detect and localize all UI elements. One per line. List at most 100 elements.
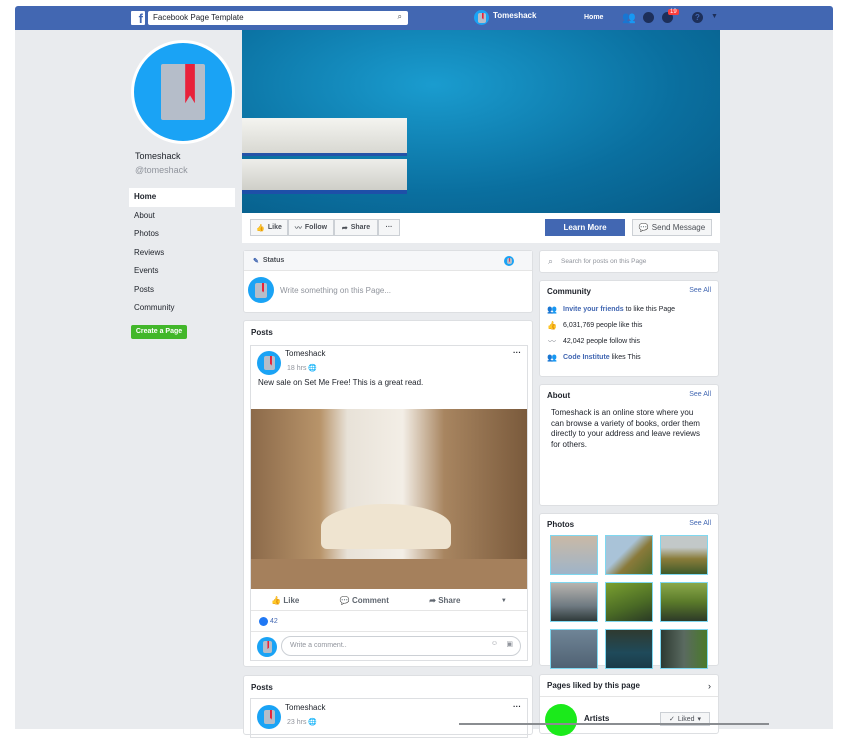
status-composer: ✎ Status Write something on this Page... (243, 250, 533, 313)
rss-icon: 〰 (548, 336, 556, 346)
photo-thumbnail[interactable] (660, 535, 708, 575)
more-options-button[interactable]: ··· (378, 219, 400, 236)
nav-community[interactable]: Community (129, 299, 235, 318)
about-title: About (547, 391, 571, 400)
post-like-button[interactable]: 👍 Like (271, 596, 299, 605)
reaction-count[interactable]: 42 (259, 617, 278, 626)
nav-posts[interactable]: Posts (129, 281, 235, 300)
send-message-button[interactable]: 💬 Send Message (632, 219, 712, 236)
post-time[interactable]: 23 hrs (287, 719, 306, 726)
about-see-all[interactable]: See All (689, 391, 711, 400)
share-page-button[interactable]: ➦ Share (334, 219, 378, 236)
status-label: Status (262, 257, 285, 264)
post-card: Tomeshack 18 hrs 🌐 ··· New sale on Set M… (250, 345, 528, 661)
send-message-label: Send Message (651, 223, 706, 232)
profile-picture[interactable] (131, 40, 235, 144)
post-card: Tomeshack 23 hrs 🌐 ··· (250, 698, 528, 738)
divider (251, 631, 527, 632)
follow-button[interactable]: 〰 Follow (288, 219, 334, 236)
community-card: Community See All 👥 Invite your friends to… (539, 280, 719, 377)
photos-see-all[interactable]: See All (689, 520, 711, 529)
help-icon[interactable]: ? (692, 12, 703, 23)
caret-down-icon[interactable]: ▼ (711, 13, 718, 20)
nav-about[interactable]: About (129, 207, 235, 226)
globe-icon: 🌐 (308, 365, 318, 372)
likes-stat: 6,031,769 people like this (563, 321, 643, 329)
cover-book-image (242, 118, 407, 156)
post-comment-button[interactable]: 💬 Comment (340, 596, 389, 605)
create-page-button[interactable]: Create a Page (131, 325, 187, 339)
like-label: Like (267, 224, 282, 231)
post-share-button[interactable]: ➦ Share (429, 596, 460, 605)
posts-section: Posts Tomeshack 18 hrs 🌐 ··· New sale on… (243, 320, 533, 667)
friends-icon[interactable]: 👥 (622, 11, 636, 24)
composer-avatar (248, 277, 274, 303)
chevron-right-icon[interactable]: › (708, 681, 711, 691)
search-icon[interactable]: ⌕ (398, 12, 402, 22)
invite-text: to like this Page (623, 305, 676, 313)
share-dropdown-icon[interactable]: ▼ (501, 598, 507, 604)
brand-name[interactable]: Tomeshack (493, 11, 536, 20)
share-label: Share (350, 224, 371, 231)
posts-section-2: Posts Tomeshack 23 hrs 🌐 ··· (243, 675, 533, 738)
search-input[interactable]: Facebook Page Template ⌕ (148, 11, 408, 25)
pages-liked-card: Pages liked by this page › Artists ✓ Like… (539, 674, 719, 736)
sticker-icon[interactable]: ▣ (506, 640, 513, 648)
post-time[interactable]: 18 hrs (287, 365, 306, 372)
photo-thumbnail[interactable] (605, 629, 653, 669)
liked-page-name[interactable]: Artists (584, 714, 609, 723)
friend-link[interactable]: Code Institute (563, 354, 610, 361)
status-input[interactable]: Write something on this Page... (280, 286, 391, 295)
page-name: Tomeshack (135, 151, 181, 161)
nav-home[interactable]: Home (129, 188, 235, 207)
artists-page-avatar[interactable] (545, 704, 577, 736)
brand-avatar[interactable] (474, 10, 489, 25)
community-see-all[interactable]: See All (689, 287, 711, 296)
horizontal-scrollbar[interactable] (459, 723, 769, 725)
friends-icon: 👥 (547, 304, 557, 314)
post-author[interactable]: Tomeshack (285, 703, 325, 712)
photo-thumbnail[interactable] (550, 582, 598, 622)
photo-thumbnail[interactable] (550, 629, 598, 669)
comment-input[interactable]: Write a comment.. ☺ ▣ (281, 636, 521, 656)
post-author[interactable]: Tomeshack (285, 349, 325, 358)
facebook-logo-icon[interactable]: f (131, 11, 145, 26)
community-title: Community (547, 287, 591, 296)
photo-thumbnail[interactable] (605, 582, 653, 622)
photos-title: Photos (547, 520, 575, 529)
post-avatar[interactable] (257, 351, 281, 375)
like-page-button[interactable]: 👍 Like (250, 219, 288, 236)
emoji-icon[interactable]: ☺ (491, 640, 498, 647)
post-share-label: Share (438, 596, 461, 605)
search-icon: ⌕ (548, 256, 554, 266)
messenger-icon[interactable] (643, 12, 654, 23)
photo-thumbnail[interactable] (605, 535, 653, 575)
post-image[interactable] (251, 409, 527, 589)
post-avatar[interactable] (257, 705, 281, 729)
page-post-search[interactable]: ⌕ Search for posts on this Page (539, 250, 719, 273)
nav-photos[interactable]: Photos (129, 225, 235, 244)
nav-events[interactable]: Events (129, 262, 235, 281)
about-card: About See All Tomeshack is an online stor… (539, 384, 719, 506)
page-nav: Home About Photos Reviews Events Posts C… (129, 188, 235, 318)
photo-thumbnail[interactable] (660, 629, 708, 669)
photo-thumbnail[interactable] (550, 535, 598, 575)
photo-thumbnail[interactable] (660, 582, 708, 622)
notification-badge: 19 (668, 9, 679, 15)
friends-icon: 👥 (547, 352, 557, 362)
post-comment-label: Comment (351, 596, 389, 605)
post-search-placeholder: Search for posts on this Page (561, 258, 647, 265)
post-text: New sale on Set Me Free! This is a great… (258, 378, 424, 387)
invite-friends-link[interactable]: Invite your friends (563, 306, 624, 313)
post-options-icon[interactable]: ··· (513, 702, 521, 711)
post-options-icon[interactable]: ··· (513, 348, 521, 357)
message-icon: 💬 (638, 223, 649, 232)
post-as-selector[interactable] (504, 256, 514, 266)
about-text: Tomeshack is an online store where you c… (551, 408, 700, 449)
home-link[interactable]: Home (584, 14, 603, 21)
learn-more-button[interactable]: Learn More (545, 219, 625, 236)
comment-placeholder: Write a comment.. (290, 642, 347, 649)
cover-book-image-2 (242, 159, 407, 194)
cover-photo[interactable] (242, 30, 720, 213)
nav-reviews[interactable]: Reviews (129, 244, 235, 263)
